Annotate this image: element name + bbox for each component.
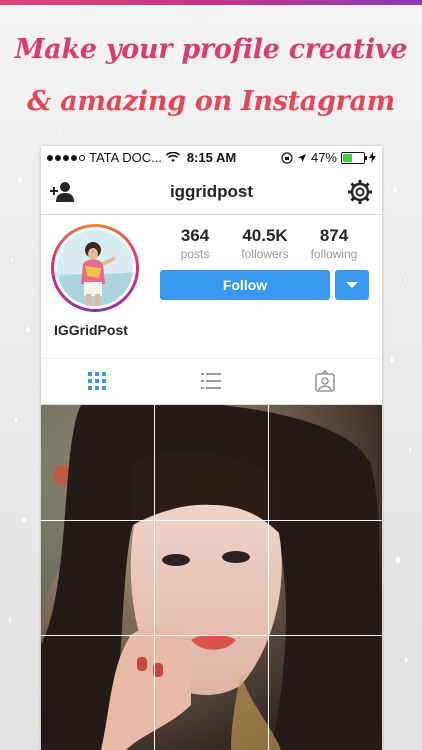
stat-following-value: 874 — [319, 226, 349, 245]
headline-line-1: Make your profile creative — [14, 34, 408, 65]
stat-followers-value: 40.5K — [242, 226, 288, 245]
profile-navbar: iggridpost — [41, 168, 382, 215]
grid-portrait-photo — [41, 405, 382, 750]
stat-posts-value: 364 — [180, 226, 210, 245]
stat-posts-label: posts — [180, 247, 210, 261]
battery-icon — [341, 151, 367, 164]
tab-tagged[interactable] — [269, 358, 382, 404]
grid-divider — [154, 405, 155, 750]
profile-username: IGGridPost — [54, 322, 128, 338]
list-icon — [201, 373, 221, 389]
avatar-story-ring[interactable] — [51, 224, 139, 312]
grid-icon — [88, 372, 106, 390]
stat-following[interactable]: 874 following — [294, 226, 374, 261]
stat-followers[interactable]: 40.5K followers — [225, 226, 305, 261]
profile-header: IGGridPost 364 posts 40.5K followers 874… — [41, 214, 382, 359]
stat-followers-label: followers — [241, 247, 289, 261]
grid-divider — [268, 405, 269, 750]
stat-posts[interactable]: 364 posts — [155, 226, 235, 261]
gear-icon[interactable] — [346, 178, 374, 206]
location-icon — [297, 153, 306, 162]
grid-divider — [41, 520, 382, 521]
avatar — [57, 230, 133, 306]
battery-percent: 47% — [310, 150, 337, 165]
top-accent-strip — [0, 0, 422, 5]
status-bar: TATA DOC... 8:15 AM 47% — [41, 146, 382, 168]
headline-line-2: & amazing on Instagram — [27, 86, 395, 117]
grid-divider — [41, 635, 382, 636]
phone-screen: TATA DOC... 8:15 AM 47% iggridpost IGGri… — [41, 146, 382, 750]
tagged-icon — [315, 370, 335, 392]
stat-following-label: following — [310, 247, 358, 261]
profile-handle-title: iggridpost — [169, 182, 254, 201]
photo-grid[interactable] — [41, 405, 382, 750]
lock-rotation-icon — [281, 151, 293, 164]
follow-button[interactable]: Follow — [160, 270, 330, 300]
suggested-dropdown-button[interactable] — [335, 270, 369, 300]
charging-icon — [369, 152, 376, 163]
tab-grid[interactable] — [41, 358, 154, 404]
tab-list[interactable] — [155, 358, 268, 404]
profile-tabs — [41, 358, 382, 405]
